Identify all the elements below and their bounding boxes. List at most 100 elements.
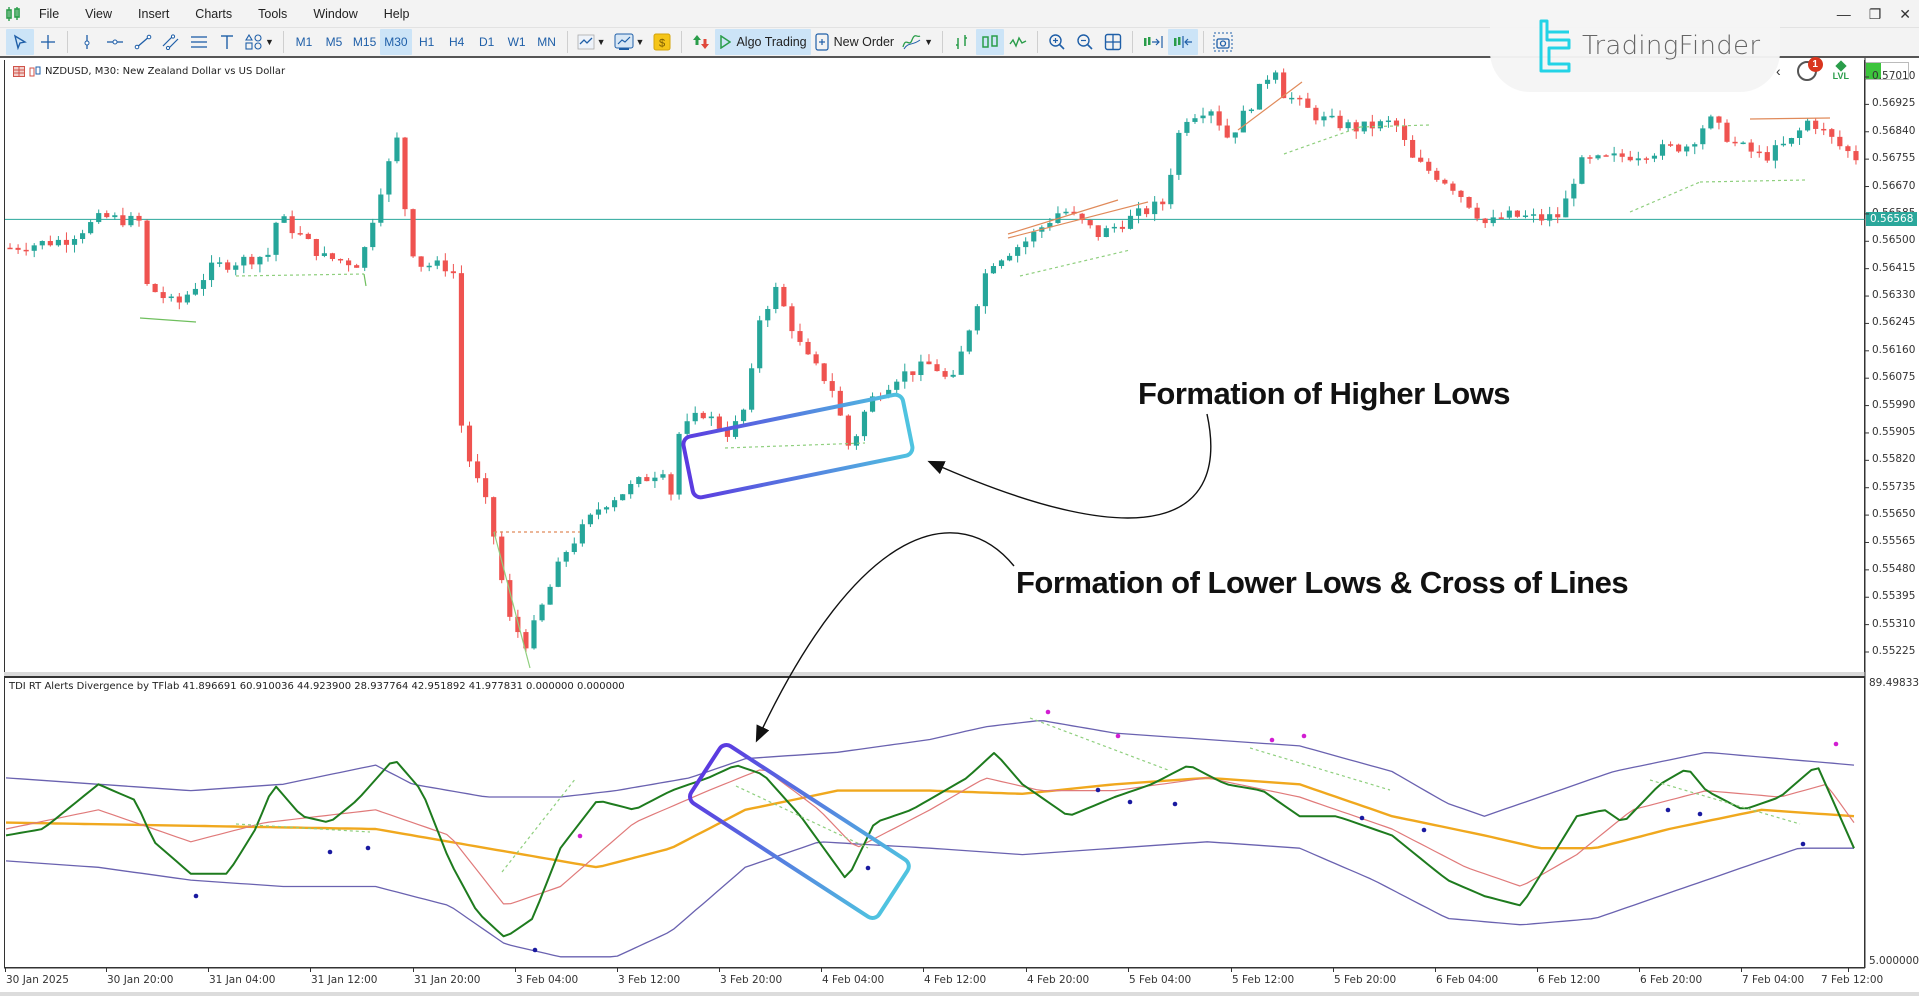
channel-button[interactable] bbox=[157, 29, 185, 55]
time-tick-label: 6 Feb 12:00 bbox=[1538, 974, 1601, 986]
candlestick-icon bbox=[29, 66, 41, 77]
mt5-window: File View Insert Charts Tools Window Hel… bbox=[0, 0, 1919, 996]
time-tick-label: 31 Jan 04:00 bbox=[209, 974, 276, 986]
market-button[interactable]: $ bbox=[648, 29, 676, 55]
tile-windows-button[interactable] bbox=[1099, 29, 1127, 55]
line-chart-icon bbox=[577, 34, 595, 50]
menu-file[interactable]: File bbox=[26, 0, 72, 28]
price-tick-label: 0.56755 bbox=[1872, 152, 1916, 165]
toolbar-separator bbox=[1037, 31, 1038, 53]
time-tick-label: 4 Feb 20:00 bbox=[1027, 974, 1090, 986]
close-button[interactable]: ✕ bbox=[1899, 6, 1911, 23]
price-tick-label: 0.56925 bbox=[1872, 97, 1916, 110]
restore-button[interactable]: ❐ bbox=[1869, 6, 1882, 23]
time-tick-label: 5 Feb 04:00 bbox=[1129, 974, 1192, 986]
toolbar-separator bbox=[1203, 31, 1204, 53]
minimize-button[interactable]: — bbox=[1837, 6, 1851, 22]
app-logo-icon bbox=[0, 0, 26, 28]
timeframe-mn[interactable]: MN bbox=[532, 29, 562, 55]
time-tick bbox=[1026, 968, 1027, 972]
menu-window[interactable]: Window bbox=[300, 0, 370, 28]
time-tick-label: 3 Feb 20:00 bbox=[720, 974, 783, 986]
text-icon bbox=[221, 35, 233, 49]
menu-charts[interactable]: Charts bbox=[182, 0, 245, 28]
cursor-tool-button[interactable] bbox=[6, 29, 34, 55]
timeframe-h1[interactable]: H1 bbox=[412, 29, 442, 55]
fibonacci-icon bbox=[191, 36, 207, 48]
time-tick bbox=[5, 968, 6, 972]
fibonacci-button[interactable] bbox=[185, 29, 213, 55]
timeframe-m30[interactable]: M30 bbox=[380, 29, 412, 55]
annotation-lower-lows: Formation of Lower Lows & Cross of Lines bbox=[1016, 565, 1629, 600]
time-tick-label: 3 Feb 04:00 bbox=[516, 974, 579, 986]
price-tick-label: 0.56330 bbox=[1872, 289, 1916, 302]
svg-text:$: $ bbox=[659, 38, 665, 50]
dollar-icon: $ bbox=[653, 33, 671, 51]
time-tick bbox=[1333, 968, 1334, 972]
shapes-button[interactable]: ▼ bbox=[241, 29, 278, 55]
chart-template-icon bbox=[614, 33, 634, 50]
vertical-line-button[interactable] bbox=[73, 29, 101, 55]
price-tick-label: 0.55480 bbox=[1872, 562, 1916, 575]
trendline-icon bbox=[134, 34, 152, 50]
price-tick-label: 0.55905 bbox=[1872, 425, 1916, 438]
time-tick-label: 7 Feb 12:00 bbox=[1821, 974, 1884, 986]
grid-icon bbox=[1104, 33, 1122, 51]
text-tool-button[interactable] bbox=[213, 29, 241, 55]
brand-name: TradingFinder bbox=[1582, 31, 1761, 61]
timeframe-m1[interactable]: M1 bbox=[289, 29, 319, 55]
toolbar-separator bbox=[67, 31, 68, 53]
time-tick bbox=[1435, 968, 1436, 972]
time-tick-label: 6 Feb 20:00 bbox=[1640, 974, 1703, 986]
candlestick-chart-button[interactable] bbox=[976, 29, 1004, 55]
menu-view[interactable]: View bbox=[72, 0, 125, 28]
chevron-down-icon: ▼ bbox=[635, 37, 645, 47]
timeframe-m15[interactable]: M15 bbox=[349, 29, 380, 55]
indicators-button[interactable]: ▼ bbox=[573, 29, 610, 55]
zoom-out-button[interactable] bbox=[1071, 29, 1099, 55]
time-tick bbox=[515, 968, 516, 972]
menu-help[interactable]: Help bbox=[371, 0, 423, 28]
trendline-button[interactable] bbox=[129, 29, 157, 55]
trade-button[interactable] bbox=[687, 29, 715, 55]
screenshot-button[interactable] bbox=[1209, 29, 1237, 55]
crosshair-tool-button[interactable] bbox=[34, 29, 62, 55]
time-tick-label: 4 Feb 04:00 bbox=[822, 974, 885, 986]
signals-button[interactable]: ▼ bbox=[898, 29, 937, 55]
window-controls: — ❐ ✕ bbox=[1837, 0, 1911, 28]
time-tick bbox=[923, 968, 924, 972]
price-tick-label: 0.55225 bbox=[1872, 645, 1916, 657]
timeframe-w1[interactable]: W1 bbox=[502, 29, 532, 55]
zoom-in-button[interactable] bbox=[1043, 29, 1071, 55]
templates-button[interactable]: ▼ bbox=[610, 29, 649, 55]
time-tick bbox=[1128, 968, 1129, 972]
bar-chart-icon bbox=[956, 35, 967, 49]
bar-chart-button[interactable] bbox=[948, 29, 976, 55]
chart-shift-button[interactable] bbox=[1168, 29, 1198, 55]
horizontal-line-button[interactable] bbox=[101, 29, 129, 55]
autoscroll-button[interactable] bbox=[1138, 29, 1168, 55]
play-icon bbox=[720, 35, 732, 49]
algo-trading-button[interactable]: Algo Trading bbox=[715, 29, 811, 55]
indicator-axis-min: 5.000000 bbox=[1869, 955, 1919, 967]
price-tick-label: 0.56500 bbox=[1872, 234, 1916, 247]
zoom-in-icon bbox=[1049, 34, 1065, 50]
new-order-button[interactable]: New Order bbox=[811, 29, 898, 55]
zoom-out-icon bbox=[1077, 34, 1093, 50]
timeframe-h4[interactable]: H4 bbox=[442, 29, 472, 55]
indicator-pane[interactable]: TDI RT Alerts Divergence by TFlab 41.896… bbox=[4, 676, 1865, 968]
candlestick-icon bbox=[982, 35, 998, 48]
price-tick-label: 0.56160 bbox=[1872, 343, 1916, 356]
timeframe-m5[interactable]: M5 bbox=[319, 29, 349, 55]
chevron-down-icon: ▼ bbox=[265, 37, 274, 47]
time-tick bbox=[1231, 968, 1232, 972]
menu-insert[interactable]: Insert bbox=[125, 0, 182, 28]
camera-icon bbox=[1213, 32, 1233, 52]
time-tick-label: 7 Feb 04:00 bbox=[1742, 974, 1805, 986]
menu-tools[interactable]: Tools bbox=[245, 0, 300, 28]
price-tick-label: 0.56670 bbox=[1872, 179, 1916, 192]
time-tick bbox=[1537, 968, 1538, 972]
toolbar-separator bbox=[681, 31, 683, 53]
line-chart-button[interactable] bbox=[1004, 29, 1032, 55]
timeframe-d1[interactable]: D1 bbox=[472, 29, 502, 55]
